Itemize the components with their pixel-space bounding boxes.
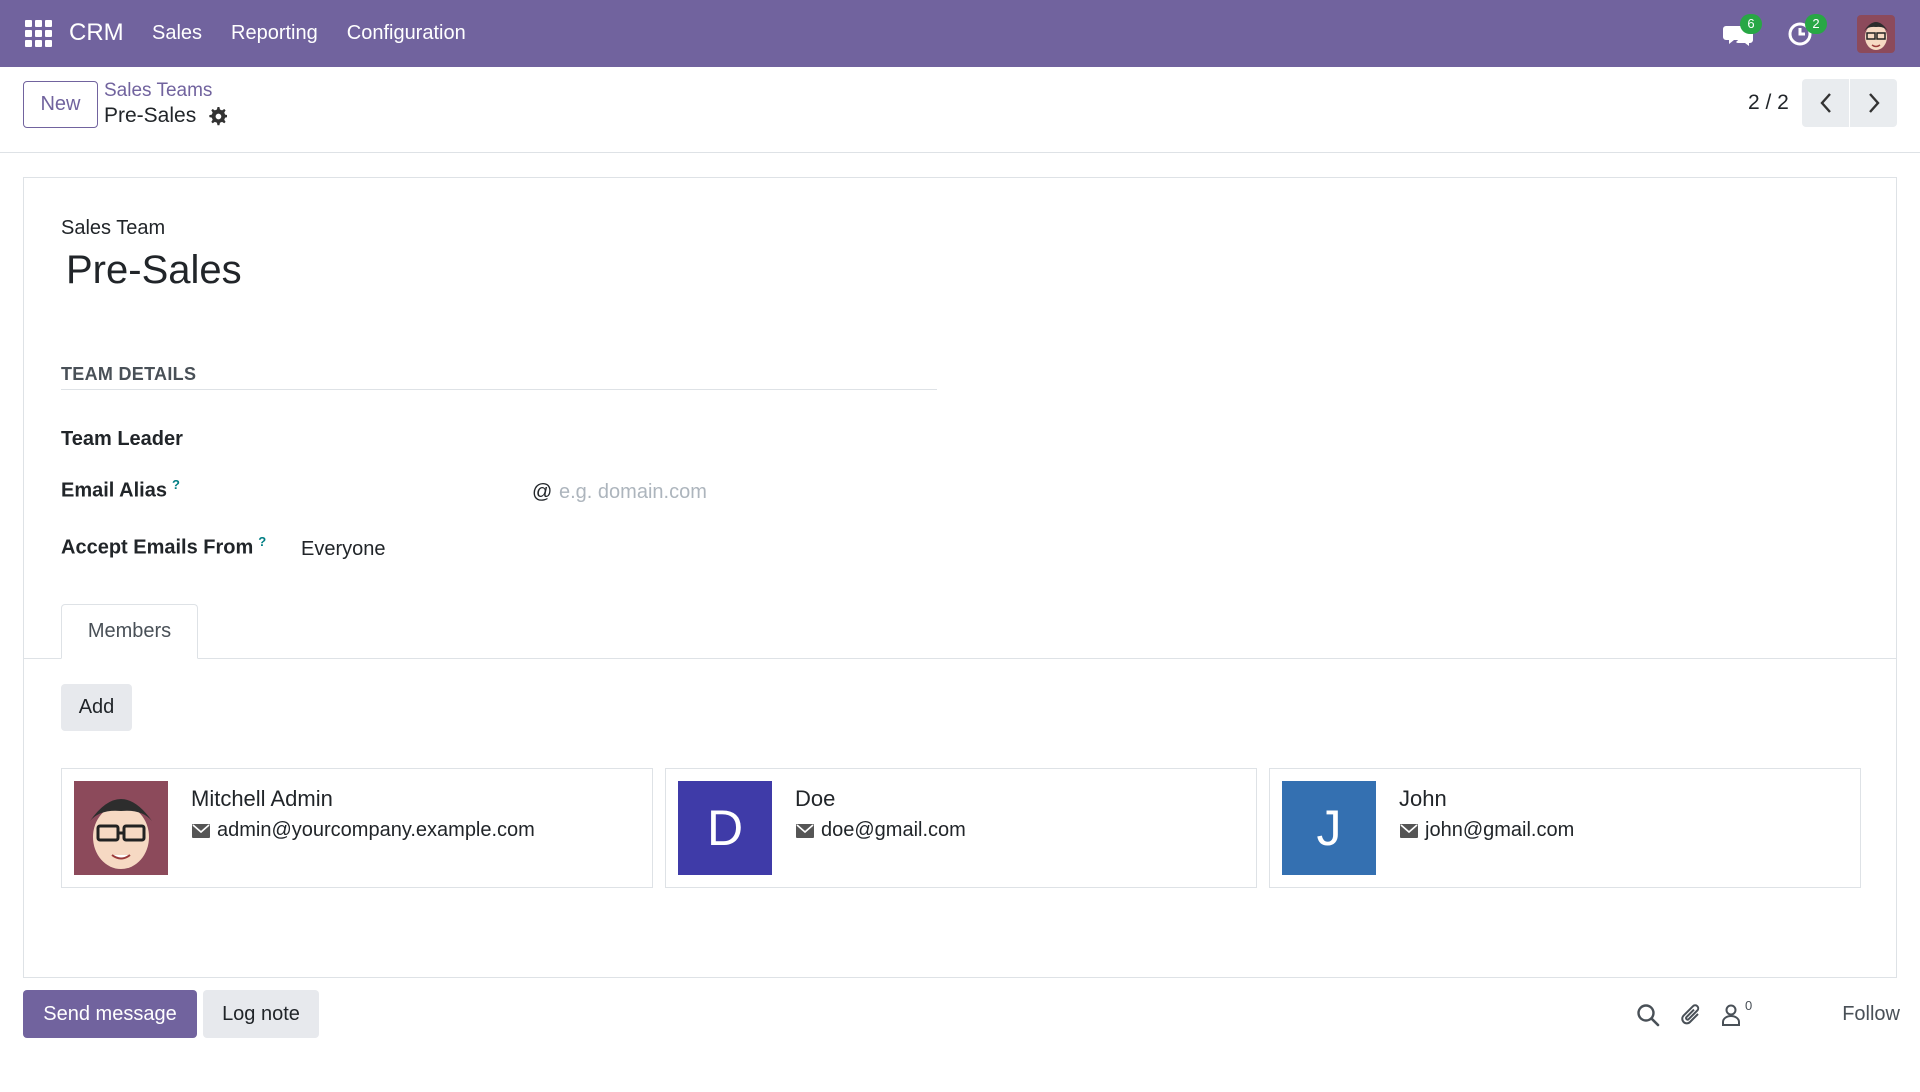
user-avatar[interactable] [1857, 15, 1895, 53]
paperclip-icon[interactable] [1679, 1002, 1705, 1028]
email-alias-label-text: Email Alias [61, 479, 167, 502]
member-email-text: admin@yourcompany.example.com [217, 819, 535, 841]
section-divider [61, 389, 937, 390]
member-card[interactable]: D Doe doe@gmail.com [665, 768, 1257, 888]
activities-button[interactable]: 2 [1787, 14, 1827, 51]
envelope-icon [192, 823, 210, 838]
new-button[interactable]: New [23, 81, 98, 128]
email-alias-label: Email Alias? [61, 477, 180, 503]
form-sheet: Sales Team Pre-Sales TEAM DETAILS Team L… [23, 177, 1897, 978]
pager-previous-button[interactable] [1802, 79, 1849, 127]
send-message-button[interactable]: Send message [23, 990, 197, 1038]
email-alias-help-icon[interactable]: ? [172, 477, 180, 492]
member-avatar: J [1282, 781, 1376, 875]
pager-value[interactable]: 2 / 2 [1748, 91, 1789, 115]
tab-divider [24, 658, 1896, 659]
chevron-left-icon [1819, 93, 1831, 113]
main-menu: Sales Reporting Configuration [152, 22, 466, 45]
model-label: Sales Team [61, 217, 166, 239]
member-name: Mitchell Admin [191, 786, 333, 811]
followers-icon[interactable] [1719, 1002, 1745, 1028]
member-name: John [1399, 786, 1447, 811]
member-avatar: D [678, 781, 772, 875]
member-email-text: doe@gmail.com [821, 819, 966, 841]
accept-emails-from-select[interactable]: Everyone [301, 538, 386, 561]
member-name: Doe [795, 786, 836, 811]
team-leader-label: Team Leader [61, 428, 183, 450]
breadcrumb-current: Pre-Sales [104, 104, 228, 128]
section-title-team-details: TEAM DETAILS [61, 364, 197, 384]
tab-members[interactable]: Members [61, 604, 198, 659]
menu-item-sales[interactable]: Sales [152, 22, 202, 45]
add-member-button[interactable]: Add [61, 684, 132, 731]
envelope-icon [1400, 823, 1418, 838]
apps-grid-icon[interactable] [25, 20, 52, 47]
member-email: doe@gmail.com [795, 819, 966, 842]
follow-button[interactable]: Follow [1820, 996, 1900, 1032]
member-email: admin@yourcompany.example.com [191, 819, 535, 842]
activities-badge: 2 [1805, 14, 1827, 34]
envelope-icon [796, 823, 814, 838]
member-card[interactable]: Mitchell Admin admin@yourcompany.example… [61, 768, 653, 888]
pager-next-button[interactable] [1850, 79, 1897, 127]
log-note-button[interactable]: Log note [203, 990, 319, 1038]
record-name-field[interactable]: Pre-Sales [66, 248, 242, 293]
accept-emails-help-icon[interactable]: ? [258, 534, 266, 549]
avatar-icon [1857, 15, 1895, 53]
gear-icon[interactable] [208, 106, 228, 126]
top-navbar: CRM Sales Reporting Configuration 6 2 [0, 0, 1920, 67]
menu-item-configuration[interactable]: Configuration [347, 22, 466, 45]
alias-domain-input[interactable] [559, 476, 939, 508]
followers-count: 0 [1745, 998, 1753, 1013]
avatar-icon [74, 781, 168, 875]
control-panel: New Sales Teams Pre-Sales 2 / 2 [0, 67, 1920, 153]
alias-at-sign: @ [532, 481, 553, 503]
accept-emails-from-label: Accept Emails From? [61, 534, 266, 560]
messages-button[interactable]: 6 [1722, 14, 1762, 51]
member-email-text: john@gmail.com [1425, 819, 1575, 841]
messages-badge: 6 [1740, 14, 1762, 34]
accept-emails-from-label-text: Accept Emails From [61, 536, 254, 559]
search-icon[interactable] [1635, 1002, 1661, 1028]
breadcrumb-sales-teams[interactable]: Sales Teams [104, 80, 212, 102]
app-name[interactable]: CRM [69, 19, 124, 47]
menu-item-reporting[interactable]: Reporting [231, 22, 318, 45]
breadcrumb-current-label: Pre-Sales [104, 104, 197, 127]
member-avatar [74, 781, 168, 875]
chevron-right-icon [1868, 93, 1880, 113]
member-email: john@gmail.com [1399, 819, 1574, 842]
member-card[interactable]: J John john@gmail.com [1269, 768, 1861, 888]
